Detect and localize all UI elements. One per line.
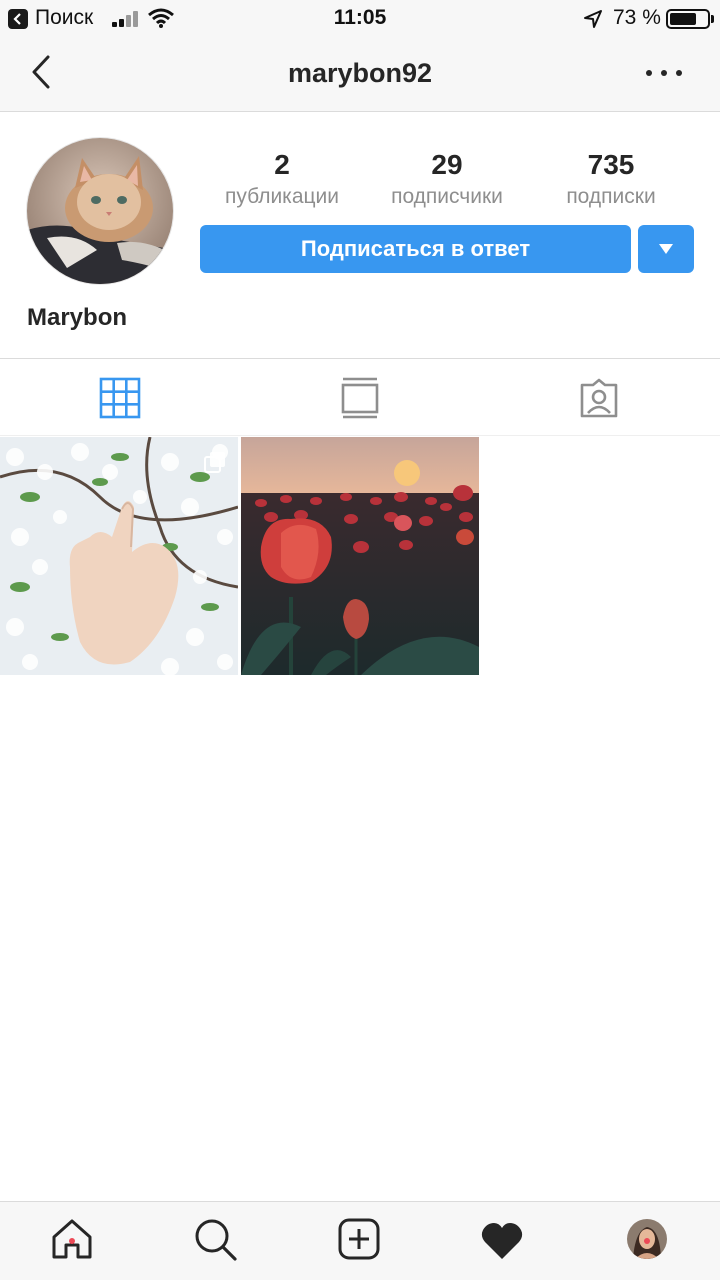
home-notification-dot xyxy=(69,1238,75,1244)
stat-value: 2 xyxy=(274,149,290,180)
stat-label: подписки xyxy=(566,185,656,208)
profile-tabs xyxy=(0,358,720,436)
activity-heart-icon[interactable] xyxy=(480,1219,524,1263)
following-count-stat[interactable]: 735 подписки xyxy=(526,146,696,210)
caret-down-icon xyxy=(659,244,673,254)
profile-notification-dot xyxy=(644,1238,650,1244)
tagged-icon[interactable] xyxy=(578,377,620,419)
battery-percent: 73 % xyxy=(613,6,661,29)
battery-nub xyxy=(711,15,714,23)
clock: 11:05 xyxy=(333,6,387,29)
stat-value: 29 xyxy=(431,149,463,180)
stat-label: публикации xyxy=(225,185,339,208)
multiple-photos-icon xyxy=(204,452,225,473)
location-arrow-icon xyxy=(584,10,602,28)
followers-count-stat[interactable]: 29 подписчики xyxy=(362,146,532,210)
profile-avatar-photo[interactable] xyxy=(26,137,174,285)
status-bar: Поиск 11:05 73 % xyxy=(0,0,720,38)
post-tile[interactable] xyxy=(0,437,238,675)
follow-back-button[interactable]: Подписаться в ответ xyxy=(200,225,631,273)
posts-count-stat: 2 публикации xyxy=(197,146,367,210)
stat-value: 735 xyxy=(587,149,635,180)
stat-label: подписчики xyxy=(391,185,503,208)
grid-icon[interactable] xyxy=(99,377,141,419)
more-dots-icon[interactable] xyxy=(646,68,682,78)
add-post-icon[interactable] xyxy=(337,1217,381,1261)
battery-icon xyxy=(666,9,710,29)
feed-icon[interactable] xyxy=(339,377,381,419)
search-icon[interactable] xyxy=(193,1217,237,1261)
post-tile[interactable] xyxy=(241,437,479,675)
display-name: Marybon xyxy=(27,304,128,331)
username-title: marybon92 xyxy=(287,58,433,88)
profile-header-bar: marybon92 xyxy=(0,38,720,112)
suggestions-dropdown-button[interactable] xyxy=(638,225,694,273)
